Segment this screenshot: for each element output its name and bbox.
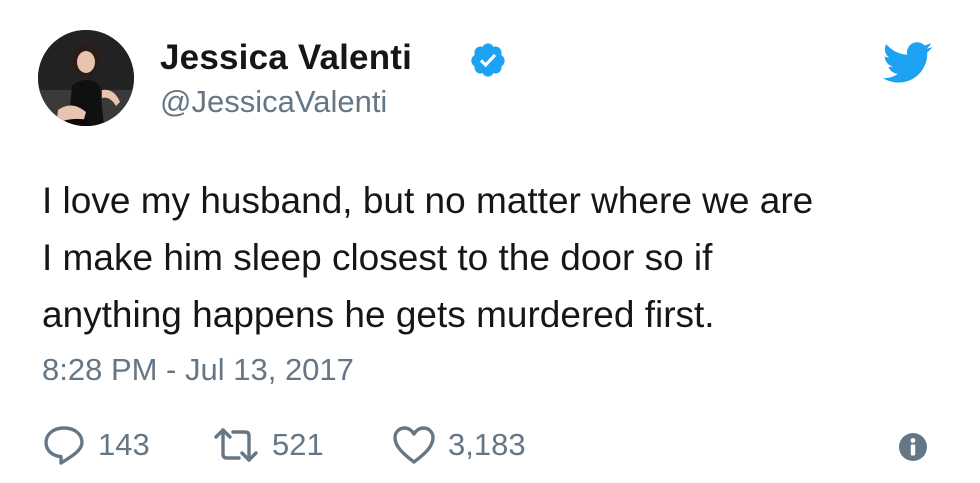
- info-icon[interactable]: [898, 432, 928, 462]
- twitter-bird-icon[interactable]: [882, 42, 934, 84]
- reply-icon: [44, 426, 84, 465]
- tweet-text-line: I love my husband, but no matter where w…: [42, 180, 814, 221]
- tweet-text-line: I make him sleep closest to the door so …: [42, 237, 713, 278]
- like-count: 3,183: [448, 427, 526, 462]
- display-name[interactable]: Jessica Valenti: [160, 38, 412, 78]
- timestamp[interactable]: 8:28 PM - Jul 13, 2017: [42, 352, 354, 388]
- retweet-button[interactable]: 521: [212, 425, 324, 465]
- retweet-count: 521: [272, 427, 324, 462]
- tweet-text: I love my husband, but no matter where w…: [42, 172, 952, 343]
- handle[interactable]: @JessicaValenti: [160, 84, 387, 120]
- avatar-photo: [38, 30, 134, 126]
- avatar[interactable]: [38, 30, 134, 126]
- verified-badge-icon: [471, 43, 505, 77]
- reply-button[interactable]: 143: [42, 425, 150, 465]
- tweet-card: Jessica Valenti @JessicaValenti I love m…: [0, 0, 980, 483]
- tweet-text-line: anything happens he gets murdered first.: [42, 294, 715, 335]
- heart-icon: [393, 426, 435, 464]
- reply-count: 143: [98, 427, 150, 462]
- retweet-icon: [214, 428, 258, 462]
- like-button[interactable]: 3,183: [392, 425, 526, 465]
